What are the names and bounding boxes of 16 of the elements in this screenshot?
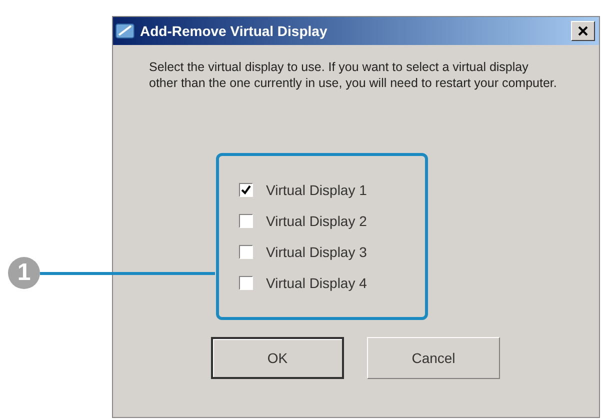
checkbox[interactable] (239, 245, 253, 259)
close-icon (578, 26, 588, 36)
checkbox[interactable] (239, 183, 253, 197)
close-button[interactable] (571, 21, 595, 41)
checkbox-label: Virtual Display 4 (266, 274, 367, 293)
checkbox[interactable] (239, 214, 253, 228)
checkbox-label: Virtual Display 1 (266, 180, 367, 200)
app-icon (115, 21, 137, 41)
checkbox[interactable] (239, 276, 253, 290)
dialog-button[interactable]: OK (211, 337, 344, 379)
window-title: Add-Remove Virtual Display (140, 22, 328, 41)
callout-number: 1 (8, 257, 40, 289)
instruction-text: Select the virtual display to use. If you want to select a virtual display other than the one currently in use, you will need to restart your computer. (149, 59, 558, 91)
checkbox-label: Virtual Display 2 (266, 212, 367, 231)
checkbox-label: Virtual Display 3 (266, 242, 367, 262)
dialog-button[interactable]: Cancel (367, 337, 500, 379)
